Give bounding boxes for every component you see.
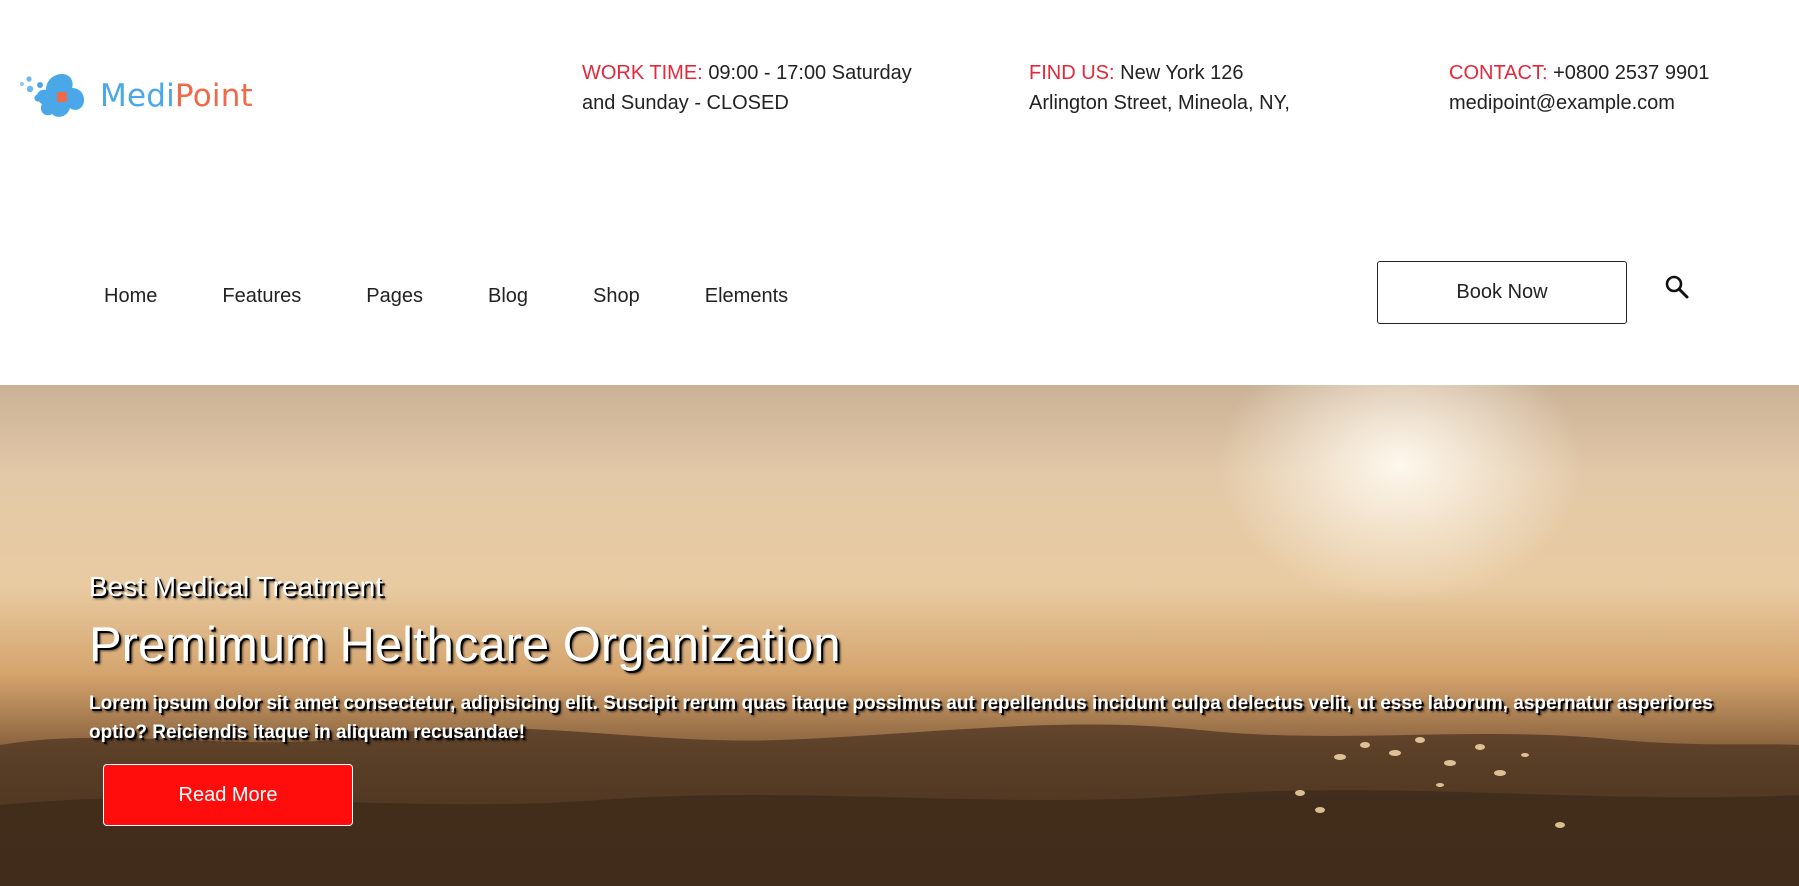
search-icon[interactable] — [1664, 274, 1690, 300]
contact-label: CONTACT: — [1449, 62, 1548, 84]
nav-item-shop[interactable]: Shop — [593, 282, 640, 310]
logo-icon — [20, 74, 84, 117]
work-time-line2: and Sunday - CLOSED — [582, 92, 789, 114]
main-nav: Home Features Pages Blog Shop Elements B… — [0, 190, 1799, 385]
hero-description: Lorem ipsum dolor sit amet consectetur, … — [89, 693, 1713, 743]
nav-item-elements[interactable]: Elements — [705, 282, 788, 310]
read-more-button[interactable]: Read More — [103, 764, 353, 826]
find-us-line2: Arlington Street, Mineola, NY, — [1029, 92, 1290, 114]
book-now-button[interactable]: Book Now — [1377, 261, 1627, 324]
find-us-label: FIND US: — [1029, 62, 1115, 84]
contact-phone[interactable]: +0800 2537 9901 — [1553, 62, 1709, 84]
top-header: MediPoint WORK TIME: 09:00 - 17:00 Satur… — [0, 0, 1799, 190]
nav-item-features[interactable]: Features — [222, 282, 301, 310]
logo-text: MediPoint — [100, 78, 253, 114]
logo[interactable]: MediPoint — [18, 68, 253, 124]
hero-title: Premimum Helthcare Organization — [89, 618, 841, 672]
contact-info: CONTACT: +0800 2537 9901 medipoint@examp… — [1449, 58, 1789, 118]
contact-email[interactable]: medipoint@example.com — [1449, 92, 1675, 114]
work-time-info: WORK TIME: 09:00 - 17:00 Saturday and Su… — [582, 58, 922, 118]
hero-banner: Best Medical Treatment Premimum Helthcar… — [0, 385, 1799, 886]
hero-subtitle: Best Medical Treatment — [89, 571, 384, 602]
find-us-line1: New York 126 — [1120, 62, 1244, 84]
nav-menu: Home Features Pages Blog Shop Elements — [104, 282, 853, 310]
nav-item-blog[interactable]: Blog — [488, 282, 528, 310]
find-us-info: FIND US: New York 126 Arlington Street, … — [1029, 58, 1359, 118]
work-time-line1: 09:00 - 17:00 Saturday — [708, 62, 912, 84]
nav-item-home[interactable]: Home — [104, 282, 157, 310]
nav-item-pages[interactable]: Pages — [366, 282, 423, 310]
work-time-label: WORK TIME: — [582, 62, 703, 84]
